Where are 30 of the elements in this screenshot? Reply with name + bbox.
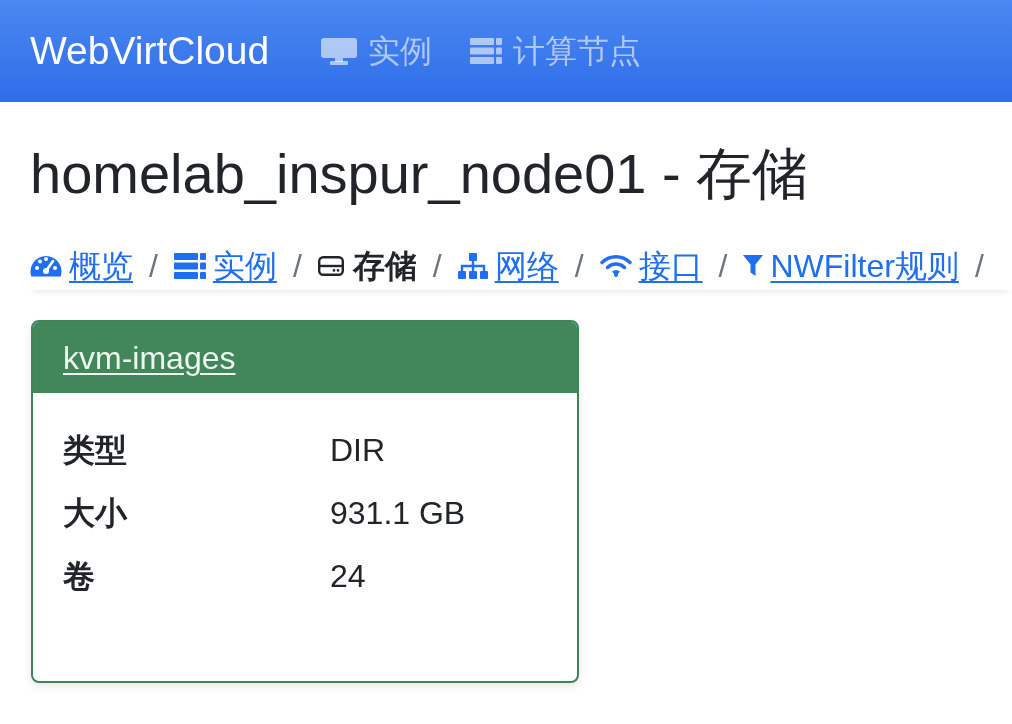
page-title: homelab_inspur_node01 - 存储 [30, 141, 810, 207]
breadcrumb-separator: / [973, 247, 985, 286]
breadcrumb-separator: / [431, 247, 443, 286]
field-value: DIR [330, 431, 387, 470]
sitemap-icon [457, 253, 488, 279]
breadcrumb-current: 存储 [352, 247, 417, 286]
breadcrumb-link[interactable]: NWFilter规则 [743, 242, 959, 290]
nav-link[interactable]: 计算节点 [470, 29, 642, 73]
field-label: 卷 [63, 557, 96, 596]
breadcrumb-separator: / [148, 247, 159, 286]
breadcrumb-link[interactable]: 实例 [173, 242, 277, 290]
field-label: 大小 [63, 494, 129, 533]
wifi-icon [599, 254, 632, 278]
breadcrumb-link[interactable]: 网络 [457, 242, 559, 290]
breadcrumb-separator: / [717, 247, 729, 286]
breadcrumb-separator: / [291, 247, 303, 286]
nav-link[interactable]: 实例 [321, 29, 433, 73]
field-label: 类型 [63, 431, 128, 470]
hard-drive-icon [317, 256, 344, 276]
breadcrumb-link[interactable]: 接口 [599, 242, 703, 290]
filter-icon [743, 255, 764, 277]
breadcrumb-separator: / [573, 247, 585, 286]
breadcrumb-link[interactable]: 概览 [30, 242, 133, 290]
server-icon [173, 253, 206, 279]
brand-link[interactable]: WebVirtCloud [30, 27, 270, 75]
field-value: 931.1 GB [330, 494, 467, 533]
monitor-icon [321, 37, 358, 65]
pool-name-link[interactable]: kvm-images [63, 335, 236, 380]
field-value: 24 [330, 557, 367, 596]
server-icon [470, 38, 503, 64]
